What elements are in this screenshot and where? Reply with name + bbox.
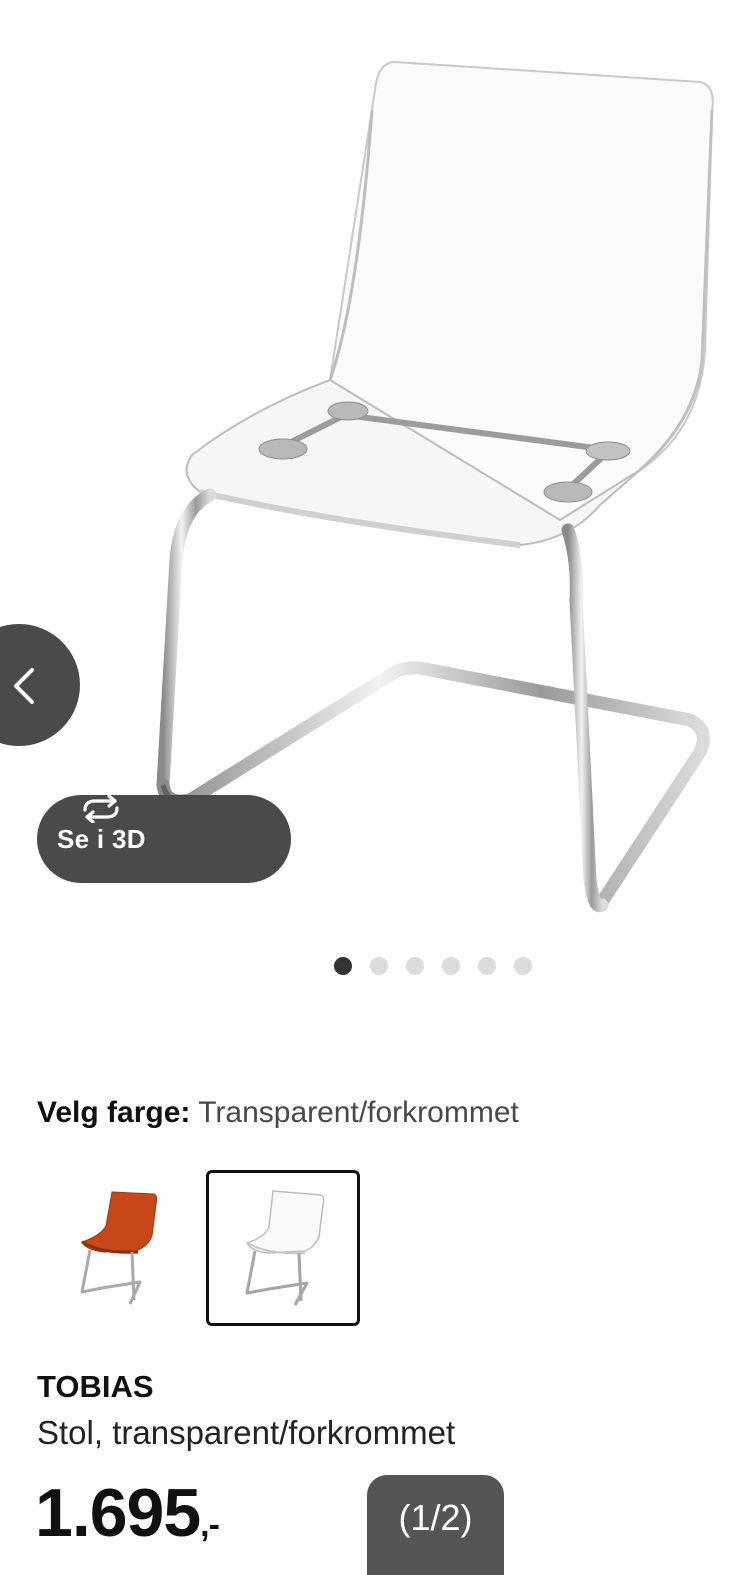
rotate-3d-icon: [83, 795, 119, 823]
product-name: TOBIAS: [37, 1369, 154, 1404]
view-in-3d-label: Se i 3D: [57, 823, 146, 854]
product-description: Stol, transparent/forkrommet: [37, 1414, 456, 1451]
carousel-dot[interactable]: [334, 957, 352, 975]
transparent-chair-thumbnail: [245, 1190, 325, 1306]
carousel-dot[interactable]: [514, 957, 532, 975]
orange-chair-thumbnail: [80, 1191, 158, 1305]
price-amount: 1.695: [35, 1475, 201, 1551]
price-suffix: ,-: [200, 1506, 220, 1544]
color-selector-label: Velg farge: Transparent/forkrommet: [37, 1096, 519, 1130]
page-indicator-button[interactable]: (1/2): [367, 1475, 504, 1575]
page-indicator-label: (1/2): [398, 1497, 473, 1538]
view-in-3d-button[interactable]: Se i 3D: [37, 795, 291, 883]
carousel-dot[interactable]: [442, 957, 460, 975]
color-label-prefix: Velg farge:: [37, 1096, 191, 1129]
product-price: 1.695,-: [35, 1474, 220, 1552]
selected-color-name: Transparent/forkrommet: [198, 1096, 519, 1129]
carousel-dot[interactable]: [406, 957, 424, 975]
color-option-transparent[interactable]: [206, 1170, 360, 1326]
product-image-gallery[interactable]: Se i 3D: [0, 0, 742, 940]
color-option-orange[interactable]: [42, 1170, 196, 1326]
carousel-indicator: [334, 957, 532, 975]
chevron-left-icon: [14, 668, 34, 704]
carousel-dot[interactable]: [478, 957, 496, 975]
carousel-dot[interactable]: [370, 957, 388, 975]
